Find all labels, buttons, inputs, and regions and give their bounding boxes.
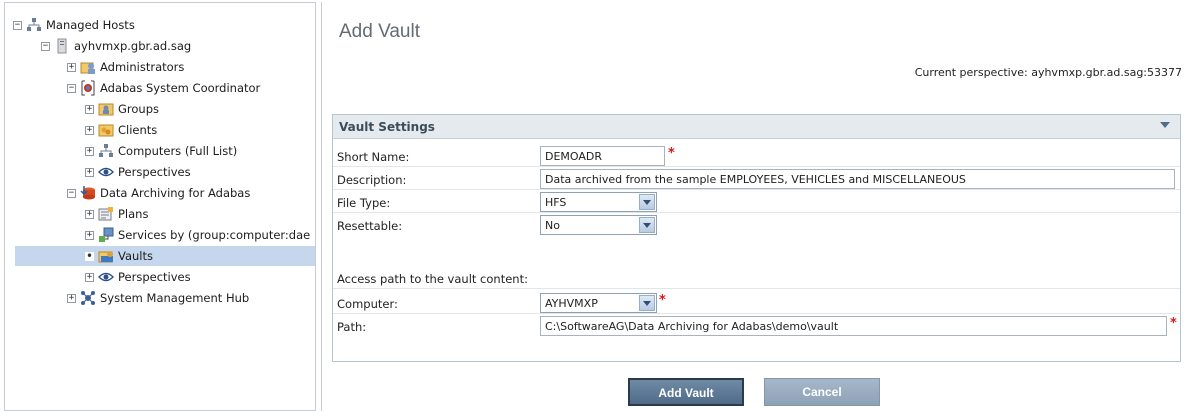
resettable-label: Resettable: [337,219,403,233]
tree-item-label: Data Archiving for Adabas [100,186,251,200]
smh-icon [81,291,95,305]
services-icon [99,227,114,242]
tree-item-clients[interactable]: + Clients [85,120,157,140]
collapse-toggle-icon[interactable]: − [67,188,76,198]
access-path-heading-row: Access path to the vault content: [333,267,1180,289]
leaf-bullet-icon: • [85,248,94,263]
tree-item-data-archiving-for-adabas[interactable]: − Data Archiving for Adabas [67,183,250,203]
clients-icon [98,124,114,137]
navigation-tree: − Managed Hosts − ayhvmxp.gbr.ad.sag + A… [4,2,316,411]
computer-row: Computer: AYHVMXP * [333,292,1180,314]
file-type-value: HFS [545,196,567,209]
path-input[interactable]: C:\SoftwareAG\Data Archiving for Adabas\… [540,316,1167,336]
tree-item-label: System Management Hub [100,291,250,305]
tree-item-label: Clients [118,123,158,137]
tree-item-label: Adabas System Coordinator [100,81,261,95]
tree-item-perspectives-archiving[interactable]: + Perspectives [85,267,191,287]
expand-toggle-icon[interactable]: + [85,167,94,177]
data-archiving-icon [80,186,95,200]
expand-toggle-icon[interactable]: + [85,104,94,114]
panel-title: Vault Settings [339,120,435,134]
resettable-row: Resettable: No [333,214,1180,236]
tree-item-host[interactable]: − ayhvmxp.gbr.ad.sag [41,36,191,56]
description-input[interactable]: Data archived from the sample EMPLOYEES,… [540,169,1175,189]
tree-item-vaults[interactable]: • Vaults [15,246,315,266]
tree-item-label: Services by (group:computer:dae [118,228,311,242]
tree-item-system-management-hub[interactable]: + System Management Hub [67,288,249,308]
managed-hosts-icon [27,18,41,31]
collapse-toggle-icon[interactable]: − [41,41,50,51]
computer-value: AYHVMXP [545,297,598,310]
groups-icon [98,103,114,116]
expand-toggle-icon[interactable]: + [67,62,76,72]
tree-item-administrators[interactable]: + Administrators [67,57,184,77]
required-marker: * [1170,316,1177,331]
tree-item-services[interactable]: + Services by (group:computer:dae [85,225,310,245]
file-type-row: File Type: HFS [333,191,1180,213]
plans-icon [98,207,113,221]
eye-icon [98,167,114,177]
path-label: Path: [337,320,367,334]
file-type-label: File Type: [337,196,391,210]
tree-item-adabas-system-coordinator[interactable]: − Adabas System Coordinator [67,78,260,98]
required-marker: * [659,293,666,308]
expand-toggle-icon[interactable]: + [85,146,94,156]
server-icon [57,38,67,54]
path-row: Path: C:\SoftwareAG\Data Archiving for A… [333,315,1180,337]
cancel-button[interactable]: Cancel [764,378,880,406]
required-marker: * [668,146,675,161]
resettable-value: No [545,219,560,232]
tree-item-plans[interactable]: + Plans [85,204,148,224]
description-label: Description: [337,173,407,187]
tree-item-managed-hosts[interactable]: − Managed Hosts [13,15,135,35]
access-path-heading: Access path to the vault content: [337,272,528,286]
file-type-select[interactable]: HFS [540,192,657,212]
tree-item-label: Plans [118,207,149,221]
dropdown-arrow-icon[interactable] [639,217,655,233]
description-row: Description: Data archived from the samp… [333,168,1180,190]
adabas-coordinator-icon [81,80,95,96]
computer-label: Computer: [337,297,398,311]
eye-icon [98,272,114,282]
vault-settings-panel: Vault Settings Short Name: DEMOADR * Des… [332,114,1181,362]
tree-item-label: ayhvmxp.gbr.ad.sag [74,39,192,53]
tree-item-label: Vaults [118,249,154,263]
current-perspective-text: Current perspective: ayhvmxp.gbr.ad.sag:… [914,66,1182,79]
tree-item-label: Perspectives [118,270,191,284]
short-name-row: Short Name: DEMOADR * [333,145,1180,167]
short-name-input[interactable]: DEMOADR [540,146,665,166]
tree-item-groups[interactable]: + Groups [85,99,159,119]
tree-item-label: Administrators [100,60,185,74]
expand-toggle-icon[interactable]: + [85,209,94,219]
dropdown-arrow-icon[interactable] [639,194,655,210]
expand-toggle-icon[interactable]: + [85,125,94,135]
resettable-select[interactable]: No [540,215,657,235]
app-frame: − Managed Hosts − ayhvmxp.gbr.ad.sag + A… [0,0,1186,411]
collapse-toggle-icon[interactable]: − [13,20,22,30]
administrators-icon [80,62,95,74]
short-name-label: Short Name: [337,150,410,164]
collapse-chevron-icon[interactable] [1160,122,1170,128]
tree-item-label: Perspectives [118,165,191,179]
panel-header[interactable]: Vault Settings [333,115,1180,139]
expand-toggle-icon[interactable]: + [85,230,94,240]
tree-item-label: Computers (Full List) [118,144,238,158]
collapse-toggle-icon[interactable]: − [67,83,76,93]
expand-toggle-icon[interactable]: + [85,272,94,282]
expand-toggle-icon[interactable]: + [67,293,76,303]
tree-item-perspectives[interactable]: + Perspectives [85,162,191,182]
add-vault-button[interactable]: Add Vault [628,378,744,406]
computers-icon [99,144,113,157]
dropdown-arrow-icon[interactable] [639,295,655,311]
computer-select[interactable]: AYHVMXP [540,293,657,313]
vault-icon [98,251,113,263]
content-area: Add Vault Current perspective: ayhvmxp.g… [321,2,1186,411]
tree-item-label: Managed Hosts [46,18,135,32]
tree-item-computers-full-list[interactable]: + Computers (Full List) [85,141,237,161]
page-title: Add Vault [339,21,420,42]
tree-item-label: Groups [118,102,160,116]
